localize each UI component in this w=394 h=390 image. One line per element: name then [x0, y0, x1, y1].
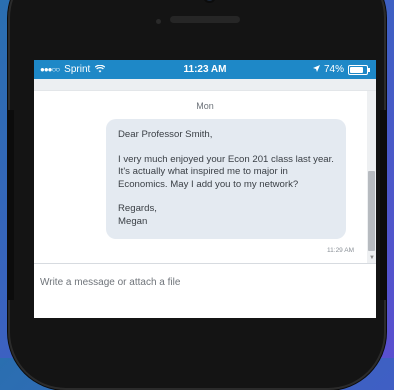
message-closing: Regards,	[118, 203, 157, 214]
scrollbar-thumb[interactable]	[368, 171, 375, 251]
status-bar: ●●●○○ Sprint 11:23 AM 74%	[34, 60, 376, 79]
proximity-sensor	[156, 19, 161, 24]
message-thread[interactable]: Mon Dear Professor Smith, I very much en…	[34, 91, 376, 263]
message-greeting: Dear Professor Smith,	[118, 129, 213, 140]
battery-icon	[348, 64, 370, 75]
message-composer	[34, 263, 376, 318]
status-right: 74%	[312, 64, 370, 75]
message-timestamp: 11:29 AM	[327, 247, 354, 254]
battery-percent: 74%	[323, 64, 344, 75]
front-camera	[205, 0, 214, 1]
phone-side-right	[380, 110, 386, 300]
phone-screen: ●●●○○ Sprint 11:23 AM 74% Mon Dear Profe…	[34, 60, 376, 318]
phone-side-left	[8, 110, 14, 300]
message-body: I very much enjoyed your Econ 201 class …	[118, 153, 334, 190]
scrollbar-track[interactable]: ▼	[367, 91, 376, 263]
message-bubble: Dear Professor Smith, I very much enjoye…	[106, 119, 346, 239]
location-arrow-icon	[312, 65, 320, 74]
conversation-header	[34, 79, 376, 91]
earpiece-speaker	[170, 16, 240, 23]
scroll-down-arrow-icon[interactable]: ▼	[369, 255, 375, 261]
phone-frame: ●●●○○ Sprint 11:23 AM 74% Mon Dear Profe…	[8, 0, 386, 390]
day-separator: Mon	[196, 101, 214, 111]
message-signature: Megan	[118, 215, 148, 227]
message-input[interactable]	[40, 277, 370, 288]
